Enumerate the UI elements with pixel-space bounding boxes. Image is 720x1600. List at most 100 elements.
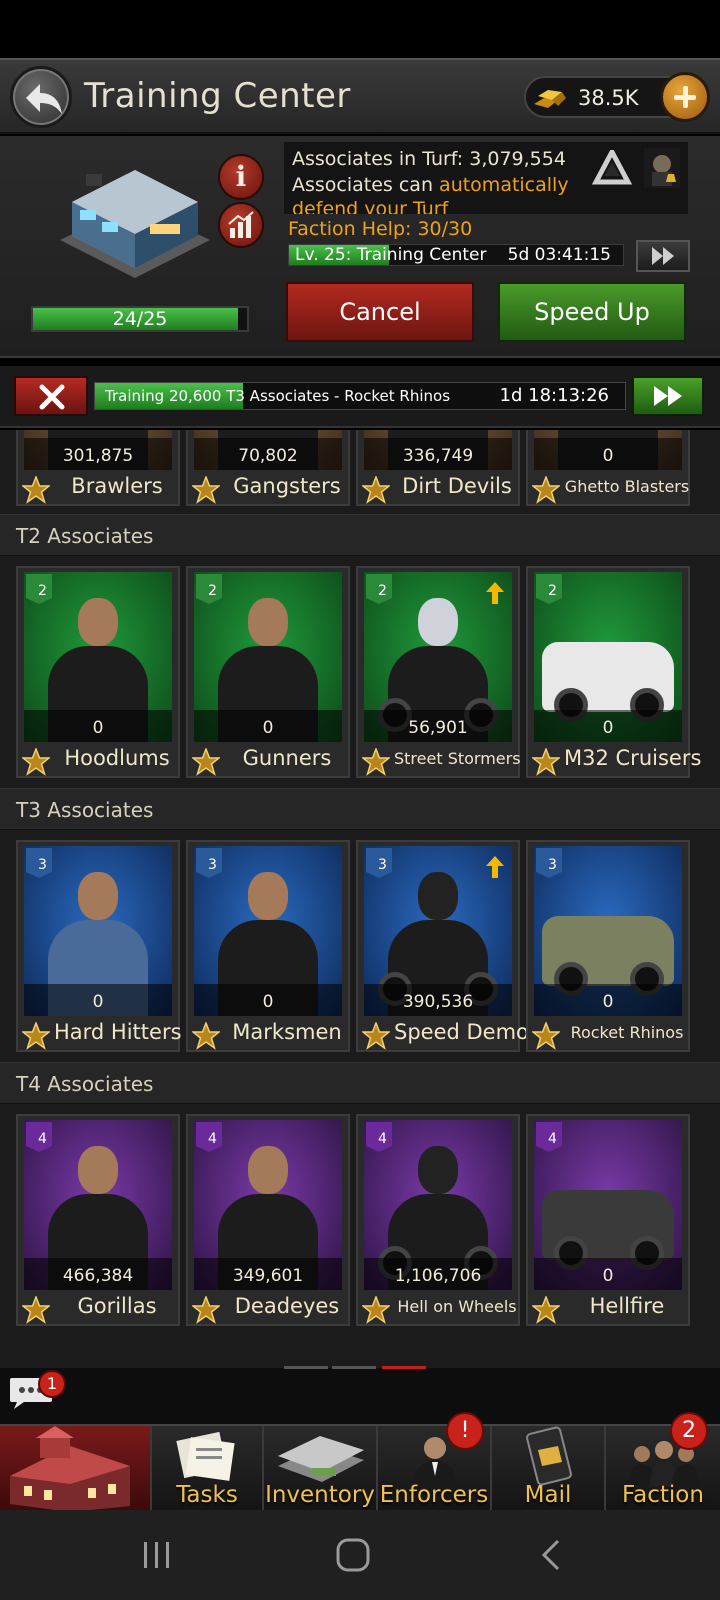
back-nav-icon[interactable]: [536, 1538, 566, 1572]
unit-card-t4-0[interactable]: 466,384 4 Gorillas: [16, 1114, 180, 1326]
unit-count: 301,875: [62, 446, 134, 466]
info-icon: i: [235, 160, 247, 193]
unit-count: 336,749: [402, 446, 474, 466]
tier-badge: 3: [366, 848, 392, 878]
speed-up-button[interactable]: Speed Up: [498, 282, 686, 342]
nav-home[interactable]: [0, 1426, 150, 1512]
unit-card-t1-0[interactable]: 301,875 Brawlers: [16, 430, 180, 506]
unit-name: Hard Hitters: [54, 1020, 182, 1044]
back-button[interactable]: [10, 66, 72, 128]
star-rank-icon: [532, 476, 560, 504]
unit-card-t2-1[interactable]: 0 2 Gunners: [186, 566, 350, 778]
unit-name: Gangsters: [233, 474, 341, 498]
faction-count-badge: 2: [670, 1412, 708, 1450]
unit-card-t3-3[interactable]: 0 3 Rocket Rhinos: [526, 840, 690, 1052]
upgrade-speed-button[interactable]: [636, 240, 690, 272]
tier-number: 2: [208, 583, 217, 599]
tier-badge: 4: [196, 1122, 222, 1152]
tier-badge: 3: [196, 848, 222, 878]
cancel-training-button[interactable]: [14, 376, 88, 416]
boss-avatar-icon[interactable]: [644, 148, 680, 188]
star-rank-icon: [22, 1296, 50, 1324]
tier-number: 4: [548, 1131, 557, 1147]
figure-head-image: [78, 872, 118, 920]
unit-count: 0: [262, 718, 274, 738]
tier-badge: 3: [536, 848, 562, 878]
unit-count: 0: [602, 992, 614, 1012]
star-rank-icon: [192, 476, 220, 504]
info-button[interactable]: i: [218, 154, 264, 200]
figure-head-image: [248, 598, 288, 646]
home-icon[interactable]: [334, 1536, 372, 1574]
unit-name: Deadeyes: [234, 1294, 340, 1318]
star-rank-icon: [362, 748, 390, 776]
unit-card-t1-2[interactable]: 336,749 Dirt Devils: [356, 430, 520, 506]
stats-button[interactable]: [218, 202, 264, 248]
nav-mail[interactable]: Mail: [490, 1426, 604, 1512]
unit-card-t4-2[interactable]: 1,106,706 4 Hell on Wheels: [356, 1114, 520, 1326]
unit-card-t3-2[interactable]: 390,536 3 Speed Demons: [356, 840, 554, 1052]
gold-bars-icon: [534, 90, 566, 108]
recycle-icon[interactable]: [592, 150, 632, 186]
unit-portrait: 03: [534, 846, 682, 1016]
cancel-button[interactable]: Cancel: [286, 282, 474, 342]
enforcers-alert-badge: !: [446, 1412, 484, 1450]
unit-card-t4-1[interactable]: 349,601 4 Deadeyes: [186, 1114, 350, 1326]
turf-defend-highlight: defend your Turf: [292, 198, 449, 214]
nav-enforcers[interactable]: Enforcers !: [376, 1412, 490, 1512]
building-level-text: 24/25: [112, 308, 168, 330]
star-rank-icon: [532, 1296, 560, 1324]
unit-name: Street Stormers: [394, 749, 521, 768]
tier-number: 4: [208, 1131, 217, 1147]
star-rank-icon: [22, 476, 50, 504]
unit-card-t1-1[interactable]: 70,802 Gangsters: [186, 430, 350, 506]
nav-tasks[interactable]: Tasks: [150, 1426, 262, 1512]
figure-head-image: [78, 1146, 118, 1194]
unit-name: Marksmen: [232, 1020, 342, 1044]
unit-name: Ghetto Blasters: [564, 477, 690, 496]
star-rank-icon: [22, 748, 50, 776]
unit-count: 0: [602, 718, 614, 738]
unit-name: Speed Demons: [394, 1020, 554, 1044]
training-time: 1d 18:13:26: [499, 385, 609, 406]
unit-name: Brawlers: [71, 474, 163, 498]
tier-badge: 2: [366, 574, 392, 604]
turf-text-highlight: automatically: [439, 174, 569, 196]
nav-faction[interactable]: Faction 2: [604, 1412, 720, 1512]
unit-name: Gunners: [242, 746, 332, 770]
unit-name: Dirt Devils: [402, 474, 512, 498]
unit-card-t2-2[interactable]: 56,901 2 Street Stormers: [356, 566, 521, 778]
tier-number: 3: [38, 857, 47, 873]
nav-inventory[interactable]: Inventory: [262, 1426, 376, 1512]
unit-name: Gorillas: [77, 1294, 157, 1318]
add-gold-button[interactable]: [660, 72, 710, 122]
unit-card-t2-3[interactable]: 0 2 M32 Cruisers: [526, 566, 701, 778]
tier-badge: 3: [26, 848, 52, 878]
header: Training Center 38.5K: [0, 58, 720, 134]
tier-badge: 2: [26, 574, 52, 604]
nav-faction-label: Faction: [622, 1482, 704, 1508]
section-header-t3: T3 Associates: [0, 788, 720, 830]
recent-apps-icon[interactable]: [140, 1538, 174, 1572]
tier-number: 3: [548, 857, 557, 873]
star-rank-icon: [532, 748, 560, 776]
unit-count: 349,601: [232, 1266, 304, 1286]
tier-number: 3: [378, 857, 387, 873]
fast-forward-icon: [654, 386, 682, 406]
building-panel: 24/25 i Associates in Turf: 3,079,554 As…: [0, 136, 720, 358]
unit-card-t1-3[interactable]: 0 Ghetto Blasters: [526, 430, 690, 506]
turf-auto-defend-text: Associates can automatically: [292, 174, 569, 196]
unit-card-t2-0[interactable]: 0 2 Hoodlums: [16, 566, 180, 778]
training-speed-button[interactable]: [632, 376, 704, 416]
unit-name: Hellfire: [589, 1294, 665, 1318]
unit-card-t4-3[interactable]: 0 4 Hellfire: [526, 1114, 690, 1326]
unit-card-t3-1[interactable]: 0 3 Marksmen: [186, 840, 350, 1052]
unit-portrait: 56,901 2: [364, 572, 512, 742]
building-level-bar: 24/25: [31, 306, 249, 332]
unit-card-t3-0[interactable]: 0 3 Hard Hitters: [16, 840, 182, 1052]
gold-value: 38.5K: [578, 86, 639, 110]
tier-badge: 2: [196, 574, 222, 604]
tier-number: 2: [548, 583, 557, 599]
unit-portrait: 02: [194, 572, 342, 742]
figure-head-image: [248, 872, 288, 920]
